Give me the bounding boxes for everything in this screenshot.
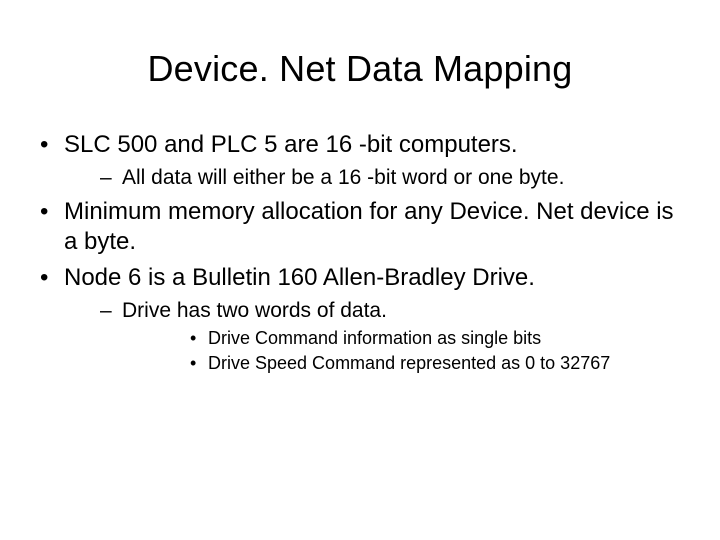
sub-sub-bullet-item: Drive Speed Command represented as 0 to …	[122, 352, 690, 375]
sub-sub-bullet-list: Drive Command information as single bits…	[122, 327, 690, 376]
bullet-item: Node 6 is a Bulletin 160 Allen-Bradley D…	[30, 263, 690, 375]
bullet-item: SLC 500 and PLC 5 are 16 -bit computers.…	[30, 130, 690, 191]
slide-title: Device. Net Data Mapping	[30, 48, 690, 90]
sub-sub-bullet-item: Drive Command information as single bits	[122, 327, 690, 350]
bullet-text: SLC 500 and PLC 5 are 16 -bit computers.	[64, 131, 518, 158]
bullet-item: Minimum memory allocation for any Device…	[30, 197, 690, 257]
sub-bullet-list: Drive has two words of data. Drive Comma…	[64, 297, 690, 375]
bullet-text: Drive Command information as single bits	[208, 328, 541, 348]
bullet-text: Drive Speed Command represented as 0 to …	[208, 353, 610, 373]
slide: Device. Net Data Mapping SLC 500 and PLC…	[0, 0, 720, 540]
bullet-text: Drive has two words of data.	[122, 299, 387, 322]
sub-bullet-item: All data will either be a 16 -bit word o…	[64, 164, 690, 191]
sub-bullet-list: All data will either be a 16 -bit word o…	[64, 164, 690, 191]
sub-bullet-item: Drive has two words of data. Drive Comma…	[64, 297, 690, 375]
bullet-text: All data will either be a 16 -bit word o…	[122, 166, 564, 189]
bullet-text: Node 6 is a Bulletin 160 Allen-Bradley D…	[64, 264, 535, 291]
bullet-list: SLC 500 and PLC 5 are 16 -bit computers.…	[30, 130, 690, 375]
bullet-text: Minimum memory allocation for any Device…	[64, 198, 674, 255]
